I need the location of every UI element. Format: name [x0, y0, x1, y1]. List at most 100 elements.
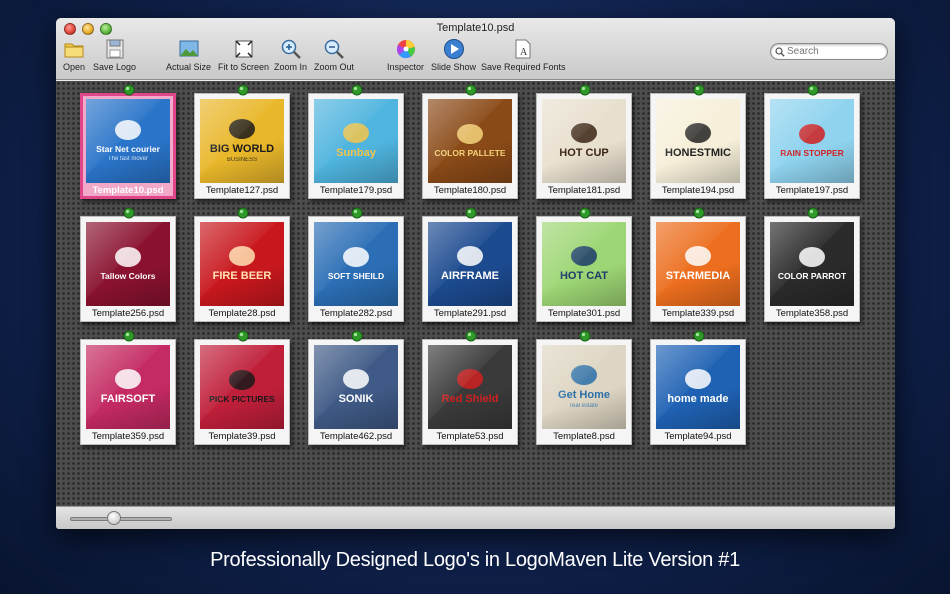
pushpin-icon: [807, 207, 819, 219]
logo-tagline: The fast mover: [107, 155, 148, 162]
template-thumbnail[interactable]: FAIRSOFT Template359.psd: [80, 330, 176, 445]
logo-preview: FIRE BEER: [200, 222, 284, 306]
template-thumbnail[interactable]: Sunbay Template179.psd: [308, 84, 404, 199]
template-filename: Template180.psd: [433, 185, 507, 196]
logo-preview: SONIK: [314, 345, 398, 429]
template-filename: Template39.psd: [208, 431, 276, 442]
pushpin-icon: [465, 330, 477, 342]
save-icon: [106, 39, 124, 59]
template-thumbnail[interactable]: COLOR PALLETE Template180.psd: [422, 84, 518, 199]
pushpin-icon: [807, 84, 819, 96]
zoom-in-icon: [281, 39, 301, 59]
search-input[interactable]: [787, 46, 883, 57]
logo-preview: COLOR PARROT: [770, 222, 854, 306]
actual-size-button[interactable]: Actual Size: [166, 38, 211, 72]
pushpin-icon: [693, 207, 705, 219]
logo-mark-icon: [571, 364, 597, 385]
template-thumbnail[interactable]: FIRE BEER Template28.psd: [194, 207, 290, 322]
save-logo-button[interactable]: Save Logo: [93, 38, 136, 72]
template-thumbnail[interactable]: SONIK Template462.psd: [308, 330, 404, 445]
logo-mark-icon: [229, 245, 255, 266]
logo-preview: HOT CAT: [542, 222, 626, 306]
logo-name: Sunbay: [336, 146, 376, 159]
logo-name: FAIRSOFT: [100, 392, 156, 405]
pushpin-icon: [351, 207, 363, 219]
template-thumbnail[interactable]: Red Shield Template53.psd: [422, 330, 518, 445]
pushpin-icon: [693, 330, 705, 342]
logo-mark-icon: [343, 122, 369, 143]
folder-icon: [64, 43, 84, 58]
pushpin-icon: [693, 84, 705, 96]
fit-to-screen-button[interactable]: Fit to Screen: [218, 38, 269, 72]
template-thumbnail[interactable]: HOT CUP Template181.psd: [536, 84, 632, 199]
template-thumbnail[interactable]: Get Home real estate Template8.psd: [536, 330, 632, 445]
template-filename: Template301.psd: [547, 308, 621, 319]
logo-name: PICK PICTURES: [209, 394, 275, 405]
template-thumbnail[interactable]: COLOR PARROT Template358.psd: [764, 207, 860, 322]
logo-name: HOT CUP: [559, 146, 609, 159]
template-thumbnail[interactable]: Star Net courier The fast mover Template10…: [80, 84, 176, 199]
logo-mark-icon: [799, 247, 825, 268]
logo-name: Red Shield: [441, 392, 499, 405]
template-filename: Template8.psd: [553, 431, 615, 442]
logo-preview: HOT CUP: [542, 99, 626, 183]
logo-name: home made: [667, 392, 729, 405]
template-grid: Star Net courier The fast mover Template10…: [56, 81, 895, 506]
search-field[interactable]: [770, 43, 888, 60]
pushpin-icon: [465, 207, 477, 219]
logo-mark-icon: [229, 370, 255, 391]
template-filename: Template339.psd: [661, 308, 735, 319]
zoom-in-button[interactable]: Zoom In: [274, 38, 307, 72]
template-thumbnail[interactable]: BIG WORLD BUSINESS Template127.psd: [194, 84, 290, 199]
logo-preview: BIG WORLD BUSINESS: [200, 99, 284, 183]
pushpin-icon: [351, 84, 363, 96]
template-filename: Template197.psd: [775, 185, 849, 196]
template-thumbnail[interactable]: STARMEDIA Template339.psd: [650, 207, 746, 322]
template-thumbnail[interactable]: SOFT SHEILD Template282.psd: [308, 207, 404, 322]
logo-mark-icon: [685, 245, 711, 266]
pushpin-icon: [123, 207, 135, 219]
logo-mark-icon: [685, 122, 711, 143]
logo-name: SONIK: [338, 392, 374, 405]
logo-name: Get Home: [558, 388, 610, 401]
gloss-overlay: [86, 99, 170, 183]
zoom-slider-knob[interactable]: [107, 511, 121, 525]
actual-size-icon: [179, 40, 199, 57]
logo-preview: Get Home real estate: [542, 345, 626, 429]
pushpin-icon: [465, 84, 477, 96]
logo-tagline: BUSINESS: [226, 157, 258, 164]
template-filename: Template291.psd: [433, 308, 507, 319]
slide-show-button[interactable]: Slide Show: [431, 38, 476, 72]
zoom-slider-track[interactable]: [70, 517, 172, 521]
save-required-fonts-button[interactable]: A Save Required Fonts: [481, 38, 566, 72]
logo-mark-icon: [115, 119, 141, 140]
template-thumbnail[interactable]: HOT CAT Template301.psd: [536, 207, 632, 322]
logo-mark-icon: [799, 124, 825, 145]
template-thumbnail[interactable]: Tallow Colors Template256.psd: [80, 207, 176, 322]
open-button[interactable]: Open: [63, 38, 85, 72]
logo-mark-icon: [343, 368, 369, 389]
logo-name: Tallow Colors: [100, 271, 156, 282]
font-document-icon: A: [515, 39, 531, 59]
logo-name: COLOR PARROT: [777, 271, 847, 282]
template-filename: Template10.psd: [92, 185, 164, 196]
template-thumbnail[interactable]: RAIN STOPPER Template197.psd: [764, 84, 860, 199]
gloss-overlay: [542, 345, 626, 429]
template-filename: Template28.psd: [208, 308, 276, 319]
inspector-button[interactable]: Inspector: [387, 38, 424, 72]
logo-preview: AIRFRAME: [428, 222, 512, 306]
logo-mark-icon: [571, 122, 597, 143]
template-thumbnail[interactable]: AIRFRAME Template291.psd: [422, 207, 518, 322]
template-thumbnail[interactable]: home made Template94.psd: [650, 330, 746, 445]
logo-name: STARMEDIA: [665, 269, 731, 282]
template-filename: Template282.psd: [319, 308, 393, 319]
template-filename: Template181.psd: [547, 185, 621, 196]
logo-mark-icon: [685, 368, 711, 389]
template-thumbnail[interactable]: PICK PICTURES Template39.psd: [194, 330, 290, 445]
zoom-out-button[interactable]: Zoom Out: [314, 38, 354, 72]
logo-preview: SOFT SHEILD: [314, 222, 398, 306]
app-window: Template10.psd Open Save Logo Actual Siz…: [56, 18, 895, 529]
pushpin-icon: [579, 84, 591, 96]
template-filename: Template53.psd: [436, 431, 504, 442]
template-thumbnail[interactable]: HONESTMIC Template194.psd: [650, 84, 746, 199]
